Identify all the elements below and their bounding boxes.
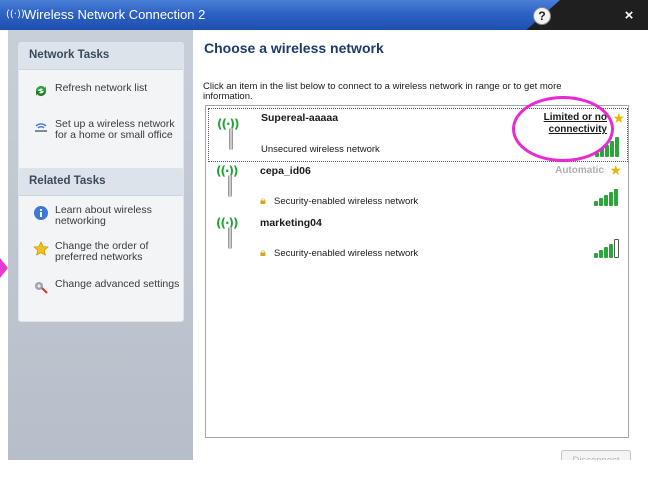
antenna-mast	[229, 128, 233, 150]
network-ssid: cepa_id06	[260, 165, 311, 177]
lock-icon: 🔒︎	[260, 194, 266, 207]
signal-bar	[594, 253, 598, 258]
preferred-star-icon: ★	[612, 111, 625, 127]
signal-bar-empty	[614, 239, 619, 258]
wireless-network-dialog: ((·)) Wireless Network Connection 2 ? × …	[0, 0, 648, 481]
bottom-edge	[0, 460, 648, 481]
network-security: Security-enabled wireless network	[274, 196, 419, 207]
network-ssid: marketing04	[260, 217, 322, 229]
task-label: Change the order of preferred networks	[55, 240, 149, 263]
antenna-icon: ((·))	[217, 117, 245, 153]
page-title: Choose a wireless network	[204, 40, 384, 56]
title-bar: ((·)) Wireless Network Connection 2 ? ×	[0, 0, 648, 30]
signal-waves-icon: ((·))	[217, 117, 239, 131]
highlight-circle	[512, 96, 614, 162]
close-button[interactable]: ×	[620, 8, 638, 24]
related-tasks-panel: Related Tasks Learn about wireless netwo…	[18, 168, 184, 322]
signal-bar	[614, 189, 618, 206]
task-label: Change advanced settings	[55, 278, 180, 290]
related-tasks-title: Related Tasks	[29, 175, 106, 187]
task-label: Set up a wireless network for a home or …	[55, 118, 175, 141]
pink-arrow-marker	[0, 258, 8, 278]
left-edge	[0, 30, 8, 460]
related-tasks-header: Related Tasks	[19, 169, 183, 196]
signal-waves-icon: ((·))	[216, 216, 238, 230]
network-ssid: Supereal-aaaaa	[261, 112, 339, 124]
help-button[interactable]: ?	[533, 7, 551, 25]
task-label: Refresh network list	[55, 82, 148, 94]
main-content: Choose a wireless network Click an item …	[193, 30, 648, 460]
settings-icon	[33, 279, 51, 295]
window-title: Wireless Network Connection 2	[24, 7, 206, 22]
task-label: Learn about wireless networking	[55, 204, 152, 227]
network-item-cepa[interactable]: ((·)) cepa_id06 Automatic ★ 🔒︎ Security-…	[208, 162, 626, 212]
refresh-icon	[33, 83, 51, 99]
wireless-icon: ((·))	[6, 9, 25, 20]
preferred-star-icon: ★	[609, 163, 622, 179]
signal-strength-icon	[592, 238, 622, 258]
signal-waves-icon: ((·))	[216, 164, 238, 178]
signal-bar	[604, 195, 608, 206]
info-icon	[33, 205, 51, 221]
signal-bar	[599, 250, 603, 258]
antenna-icon: ((·))	[216, 164, 244, 200]
signal-bar	[599, 198, 603, 206]
signal-bar	[604, 247, 608, 258]
signal-bar	[609, 244, 613, 258]
network-tasks-header: Network Tasks	[19, 43, 183, 70]
network-item-marketing[interactable]: ((·)) marketing04 🔒︎ Security-enabled wi…	[208, 214, 626, 264]
signal-bar	[610, 141, 614, 157]
signal-strength-icon	[592, 186, 622, 206]
antenna-mast	[228, 227, 232, 249]
network-status: Automatic	[555, 165, 604, 176]
star-icon	[33, 241, 51, 257]
signal-bar	[609, 192, 613, 206]
network-security: Security-enabled wireless network	[274, 248, 419, 259]
network-security: Unsecured wireless network	[261, 144, 380, 155]
antenna-mast	[228, 175, 232, 197]
lock-icon: 🔒︎	[260, 246, 266, 259]
network-tasks-panel: Network Tasks Refresh network list Set u…	[18, 42, 184, 174]
setup-network-icon	[33, 119, 51, 135]
signal-bar	[594, 201, 598, 206]
antenna-icon: ((·))	[216, 216, 244, 252]
network-tasks-title: Network Tasks	[29, 49, 110, 61]
signal-bar	[615, 137, 619, 157]
